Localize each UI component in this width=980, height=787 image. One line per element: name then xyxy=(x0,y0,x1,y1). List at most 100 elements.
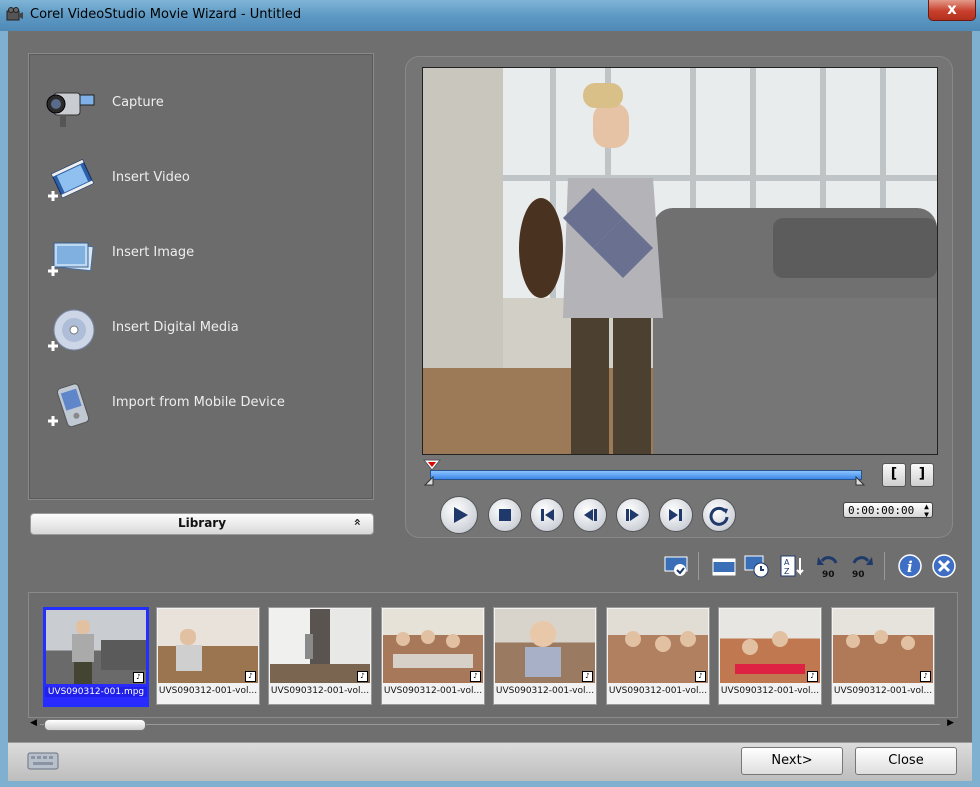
video-clip-button[interactable] xyxy=(710,553,738,579)
insert-digital-media-menu-item[interactable]: Insert Digital Media xyxy=(38,300,358,364)
clip-caption: UVS090312-001-vol... xyxy=(270,686,370,696)
app-icon xyxy=(6,7,23,21)
toolbar-separator xyxy=(698,552,699,580)
close-icon: x xyxy=(947,0,957,18)
scroll-right-icon[interactable]: ▶ xyxy=(947,718,954,728)
mark-out-button[interactable]: ] xyxy=(910,463,934,487)
toolbar-separator xyxy=(884,552,885,580)
library-clip-thumbnail[interactable]: ♪ UVS090312-001-vol... xyxy=(381,607,485,705)
clip-caption: UVS090312-001-vol... xyxy=(833,686,933,696)
disc-icon xyxy=(48,309,95,351)
insert-video-label: Insert Video xyxy=(112,170,190,185)
audio-note-icon: ♪ xyxy=(470,671,481,682)
clip-caption: UVS090312-001-vol... xyxy=(383,686,483,696)
clip-preview-image xyxy=(608,609,708,683)
sort-az-icon: AZ xyxy=(780,555,804,577)
svg-text:A: A xyxy=(784,558,790,567)
library-clip-thumbnail[interactable]: ♪ UVS090312-001-vol... xyxy=(831,607,935,705)
next-button[interactable]: Next> xyxy=(741,747,843,775)
capture-menu-item[interactable]: Capture xyxy=(38,75,358,139)
svg-text:Z: Z xyxy=(784,567,790,576)
next-frame-icon xyxy=(626,509,639,521)
library-clip-thumbnail[interactable]: ♪ UVS090312-001-vol... xyxy=(718,607,822,705)
stop-icon xyxy=(499,509,511,521)
rotate-right-icon: 90 xyxy=(852,556,873,580)
title-bar: Corel VideoStudio Movie Wizard - Untitle… xyxy=(0,0,980,31)
timeline-scrubber[interactable] xyxy=(430,470,862,480)
library-clip-thumbnail[interactable]: ♪ UVS090312-001-vol... xyxy=(156,607,260,705)
mark-in-button[interactable]: [ xyxy=(882,463,906,487)
clip-preview-image xyxy=(383,609,483,683)
next-frame-button[interactable] xyxy=(616,498,650,532)
sort-button[interactable]: AZ xyxy=(778,553,806,579)
clip-preview-image xyxy=(833,609,933,683)
go-to-start-button[interactable] xyxy=(530,498,564,532)
stop-button[interactable] xyxy=(488,498,522,532)
play-button[interactable] xyxy=(440,496,478,534)
insert-video-menu-item[interactable]: Insert Video xyxy=(38,150,358,214)
video-preview xyxy=(422,67,938,455)
keyboard-icon[interactable] xyxy=(26,749,62,773)
mark-out-indicator-icon xyxy=(855,476,865,486)
svg-text:90: 90 xyxy=(852,570,865,579)
clip-preview-image xyxy=(158,609,258,683)
delete-button[interactable] xyxy=(930,553,958,579)
audio-note-icon: ♪ xyxy=(357,671,368,682)
mobile-device-icon xyxy=(48,383,90,428)
import-mobile-device-menu-item[interactable]: Import from Mobile Device xyxy=(38,375,358,439)
go-to-end-button[interactable] xyxy=(659,498,693,532)
library-clip-thumbnail[interactable]: ♪ UVS090312-001-vol... xyxy=(268,607,372,705)
insert-image-menu-item[interactable]: Insert Image xyxy=(38,225,358,289)
scroll-thumb[interactable] xyxy=(44,719,146,731)
audio-note-icon: ♪ xyxy=(582,671,593,682)
rotate-left-icon: 90 xyxy=(817,556,838,580)
library-scrollbar[interactable]: ◀ ▶ xyxy=(28,718,956,732)
clip-caption: UVS090312-001-vol... xyxy=(720,686,820,696)
timecode-value: 0:00:00:00 xyxy=(848,504,915,517)
delete-icon xyxy=(932,554,956,578)
scene-monitor-icon xyxy=(664,556,688,576)
rotate-left-button[interactable]: 90 xyxy=(814,553,842,580)
audio-note-icon: ♪ xyxy=(695,671,706,682)
close-button[interactable]: Close xyxy=(855,747,957,775)
clip-caption: UVS090312-001-vol... xyxy=(495,686,595,696)
window-close-button[interactable]: x xyxy=(928,0,976,21)
insert-image-label: Insert Image xyxy=(112,245,195,260)
library-toggle-bar[interactable]: Library » xyxy=(30,513,374,535)
library-clip-thumbnail[interactable]: ♪ UVS090312-001.mpg xyxy=(43,607,149,707)
video-frame-image xyxy=(423,68,937,454)
timecode-spinner-icon[interactable]: ▲ ▼ xyxy=(924,503,929,519)
clip-caption: UVS090312-001-vol... xyxy=(608,686,708,696)
insert-digital-media-label: Insert Digital Media xyxy=(112,320,239,335)
window-frame-left xyxy=(0,31,8,787)
film-clip-icon xyxy=(712,558,736,576)
clip-preview-image xyxy=(495,609,595,683)
repeat-button[interactable] xyxy=(702,498,736,532)
clip-caption: UVS090312-001-vol... xyxy=(158,686,258,696)
window-frame-right xyxy=(972,31,980,787)
scroll-left-icon[interactable]: ◀ xyxy=(30,718,37,728)
duration-button[interactable] xyxy=(743,553,771,579)
mark-in-indicator-icon xyxy=(424,476,434,486)
audio-note-icon: ♪ xyxy=(807,671,818,682)
clip-caption: UVS090312-001.mpg xyxy=(45,687,147,697)
previous-frame-icon xyxy=(584,509,597,521)
window-frame-bottom xyxy=(0,780,980,787)
library-label: Library xyxy=(177,516,227,530)
library-clip-thumbnail[interactable]: ♪ UVS090312-001-vol... xyxy=(493,607,597,705)
svg-text:90: 90 xyxy=(822,570,835,579)
import-mobile-device-label: Import from Mobile Device xyxy=(112,395,285,410)
rotate-right-button[interactable]: 90 xyxy=(848,553,876,580)
scroll-track xyxy=(40,724,940,725)
skip-to-start-icon xyxy=(541,509,554,521)
timecode-field[interactable]: 0:00:00:00 ▲ ▼ xyxy=(843,502,933,519)
smart-scene-button[interactable] xyxy=(663,553,691,579)
skip-to-end-icon xyxy=(669,509,682,521)
film-strip-icon xyxy=(48,159,95,201)
image-icon xyxy=(48,242,94,276)
clip-preview-image xyxy=(270,609,370,683)
info-button[interactable]: i xyxy=(896,553,924,579)
library-clip-thumbnail[interactable]: ♪ UVS090312-001-vol... xyxy=(606,607,710,705)
clip-preview-image xyxy=(720,609,820,683)
previous-frame-button[interactable] xyxy=(573,498,607,532)
